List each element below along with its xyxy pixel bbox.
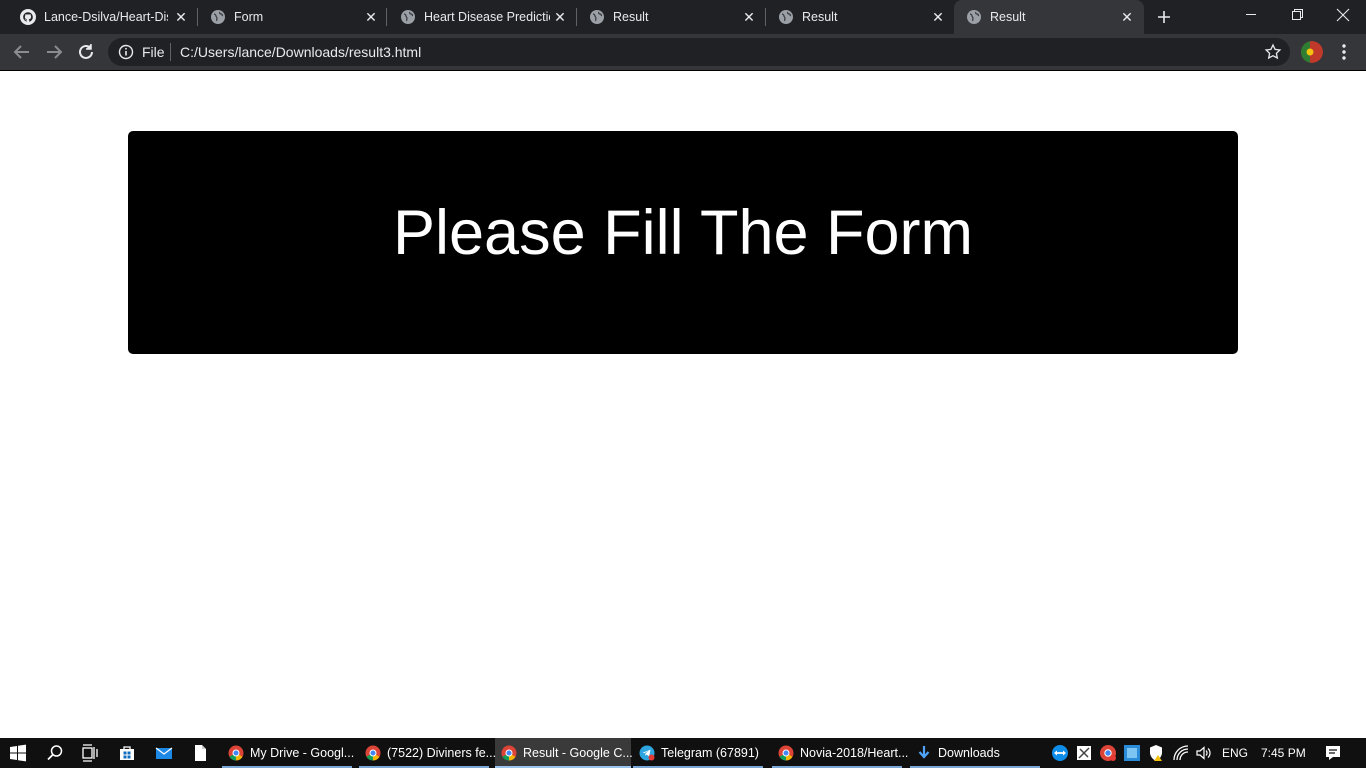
profile-avatar-icon[interactable] bbox=[1301, 41, 1323, 63]
defender-shield-icon[interactable] bbox=[1147, 744, 1165, 762]
download-arrow-icon bbox=[918, 746, 930, 759]
page-content: Please Fill The Form bbox=[0, 71, 1366, 738]
chrome-icon bbox=[365, 745, 381, 761]
taskbar-app-label: Result - Google C... bbox=[523, 746, 633, 760]
tab-title: Result bbox=[990, 10, 1026, 24]
clock[interactable]: 7:45 PM bbox=[1261, 746, 1306, 760]
more-menu-icon[interactable] bbox=[1336, 42, 1352, 62]
forward-arrow-icon[interactable] bbox=[42, 40, 66, 64]
taskbar-app-label: Novia-2018/Heart... bbox=[800, 746, 909, 760]
minimize-button[interactable] bbox=[1228, 0, 1274, 30]
tab-result-active[interactable]: Result ✕ bbox=[954, 0, 1144, 34]
globe-icon bbox=[967, 10, 981, 24]
close-icon[interactable]: ✕ bbox=[931, 10, 945, 24]
browser-toolbar: File C:/Users/lance/Downloads/result3.ht… bbox=[0, 34, 1366, 71]
tab-title: Result bbox=[613, 10, 649, 24]
reload-icon[interactable] bbox=[74, 40, 98, 64]
taskbar-app-label: (7522) Diviners fe... bbox=[387, 746, 497, 760]
github-icon bbox=[20, 9, 36, 25]
taskbar-app-result-chrome[interactable]: Result - Google C... bbox=[495, 738, 633, 768]
info-icon[interactable] bbox=[118, 44, 134, 60]
restore-button[interactable] bbox=[1274, 0, 1320, 30]
close-icon[interactable]: ✕ bbox=[742, 10, 756, 24]
tab-title: Form bbox=[234, 10, 264, 24]
search-icon[interactable] bbox=[45, 743, 65, 763]
task-view-icon[interactable] bbox=[80, 743, 100, 763]
app-tray-icon[interactable] bbox=[1123, 744, 1141, 762]
tab-separator bbox=[386, 8, 387, 26]
telegram-icon bbox=[639, 745, 655, 761]
tab-result-2[interactable]: Result ✕ bbox=[766, 0, 954, 34]
star-icon[interactable] bbox=[1264, 43, 1282, 61]
mail-icon[interactable] bbox=[154, 743, 174, 763]
tab-heart-disease-prediction[interactable]: Heart Disease Prediction ✕ bbox=[388, 0, 576, 34]
globe-icon bbox=[401, 10, 415, 24]
minimize-icon bbox=[1246, 14, 1256, 15]
wifi-icon[interactable] bbox=[1172, 744, 1190, 762]
close-icon[interactable]: ✕ bbox=[1120, 10, 1134, 24]
new-tab-button[interactable] bbox=[1154, 7, 1174, 27]
taskbar-app-diviners[interactable]: (7522) Diviners fe... bbox=[359, 738, 496, 768]
address-bar[interactable]: File C:/Users/lance/Downloads/result3.ht… bbox=[108, 38, 1290, 66]
chrome-tray-icon[interactable] bbox=[1099, 744, 1117, 762]
taskbar-app-downloads[interactable]: Downloads bbox=[910, 738, 1040, 768]
tab-form[interactable]: Form ✕ bbox=[198, 0, 386, 34]
globe-icon bbox=[779, 10, 793, 24]
close-icon[interactable]: ✕ bbox=[553, 10, 567, 24]
scheme-label: File bbox=[142, 44, 165, 60]
taskbar-app-my-drive[interactable]: My Drive - Googl... bbox=[222, 738, 355, 768]
window-close-button[interactable] bbox=[1320, 0, 1366, 30]
restore-icon bbox=[1292, 9, 1303, 20]
chrome-icon bbox=[228, 745, 244, 761]
globe-icon bbox=[590, 10, 604, 24]
network-tool-icon[interactable] bbox=[1075, 744, 1093, 762]
chrome-icon bbox=[778, 745, 794, 761]
address-divider bbox=[170, 43, 171, 61]
tab-title: Heart Disease Prediction bbox=[424, 10, 550, 24]
tab-title: Result bbox=[802, 10, 838, 24]
windows-start-icon[interactable] bbox=[8, 743, 28, 763]
notification-center-icon[interactable] bbox=[1324, 744, 1342, 762]
chrome-icon bbox=[501, 745, 517, 761]
close-icon bbox=[1336, 8, 1350, 22]
tab-title: Lance-Dsilva/Heart-Disease bbox=[44, 10, 168, 24]
language-indicator[interactable]: ENG bbox=[1222, 746, 1248, 760]
page-message: Please Fill The Form bbox=[392, 198, 973, 268]
close-icon[interactable]: ✕ bbox=[364, 10, 378, 24]
globe-icon bbox=[211, 10, 225, 24]
taskbar-app-label: Telegram (67891) bbox=[661, 746, 759, 760]
file-icon[interactable] bbox=[190, 743, 210, 763]
url-text[interactable]: C:/Users/lance/Downloads/result3.html bbox=[180, 44, 421, 60]
teamviewer-icon[interactable] bbox=[1051, 744, 1069, 762]
browser-tab-strip: Lance-Dsilva/Heart-Disease ✕ Form ✕ Hear… bbox=[0, 0, 1366, 34]
taskbar-app-label: My Drive - Googl... bbox=[250, 746, 355, 760]
close-icon[interactable]: ✕ bbox=[174, 10, 188, 24]
plus-icon bbox=[1158, 11, 1170, 23]
windows-taskbar: My Drive - Googl... (7522) Diviners fe..… bbox=[0, 738, 1366, 768]
tab-github[interactable]: Lance-Dsilva/Heart-Disease ✕ bbox=[8, 0, 194, 34]
tab-result-1[interactable]: Result ✕ bbox=[577, 0, 765, 34]
taskbar-app-label: Downloads bbox=[938, 746, 1000, 760]
store-icon[interactable] bbox=[117, 743, 137, 763]
message-banner: Please Fill The Form bbox=[128, 131, 1238, 354]
volume-icon[interactable] bbox=[1195, 744, 1213, 762]
taskbar-app-novia[interactable]: Novia-2018/Heart... bbox=[772, 738, 908, 768]
back-arrow-icon[interactable] bbox=[10, 40, 34, 64]
taskbar-app-telegram[interactable]: Telegram (67891) bbox=[633, 738, 763, 768]
